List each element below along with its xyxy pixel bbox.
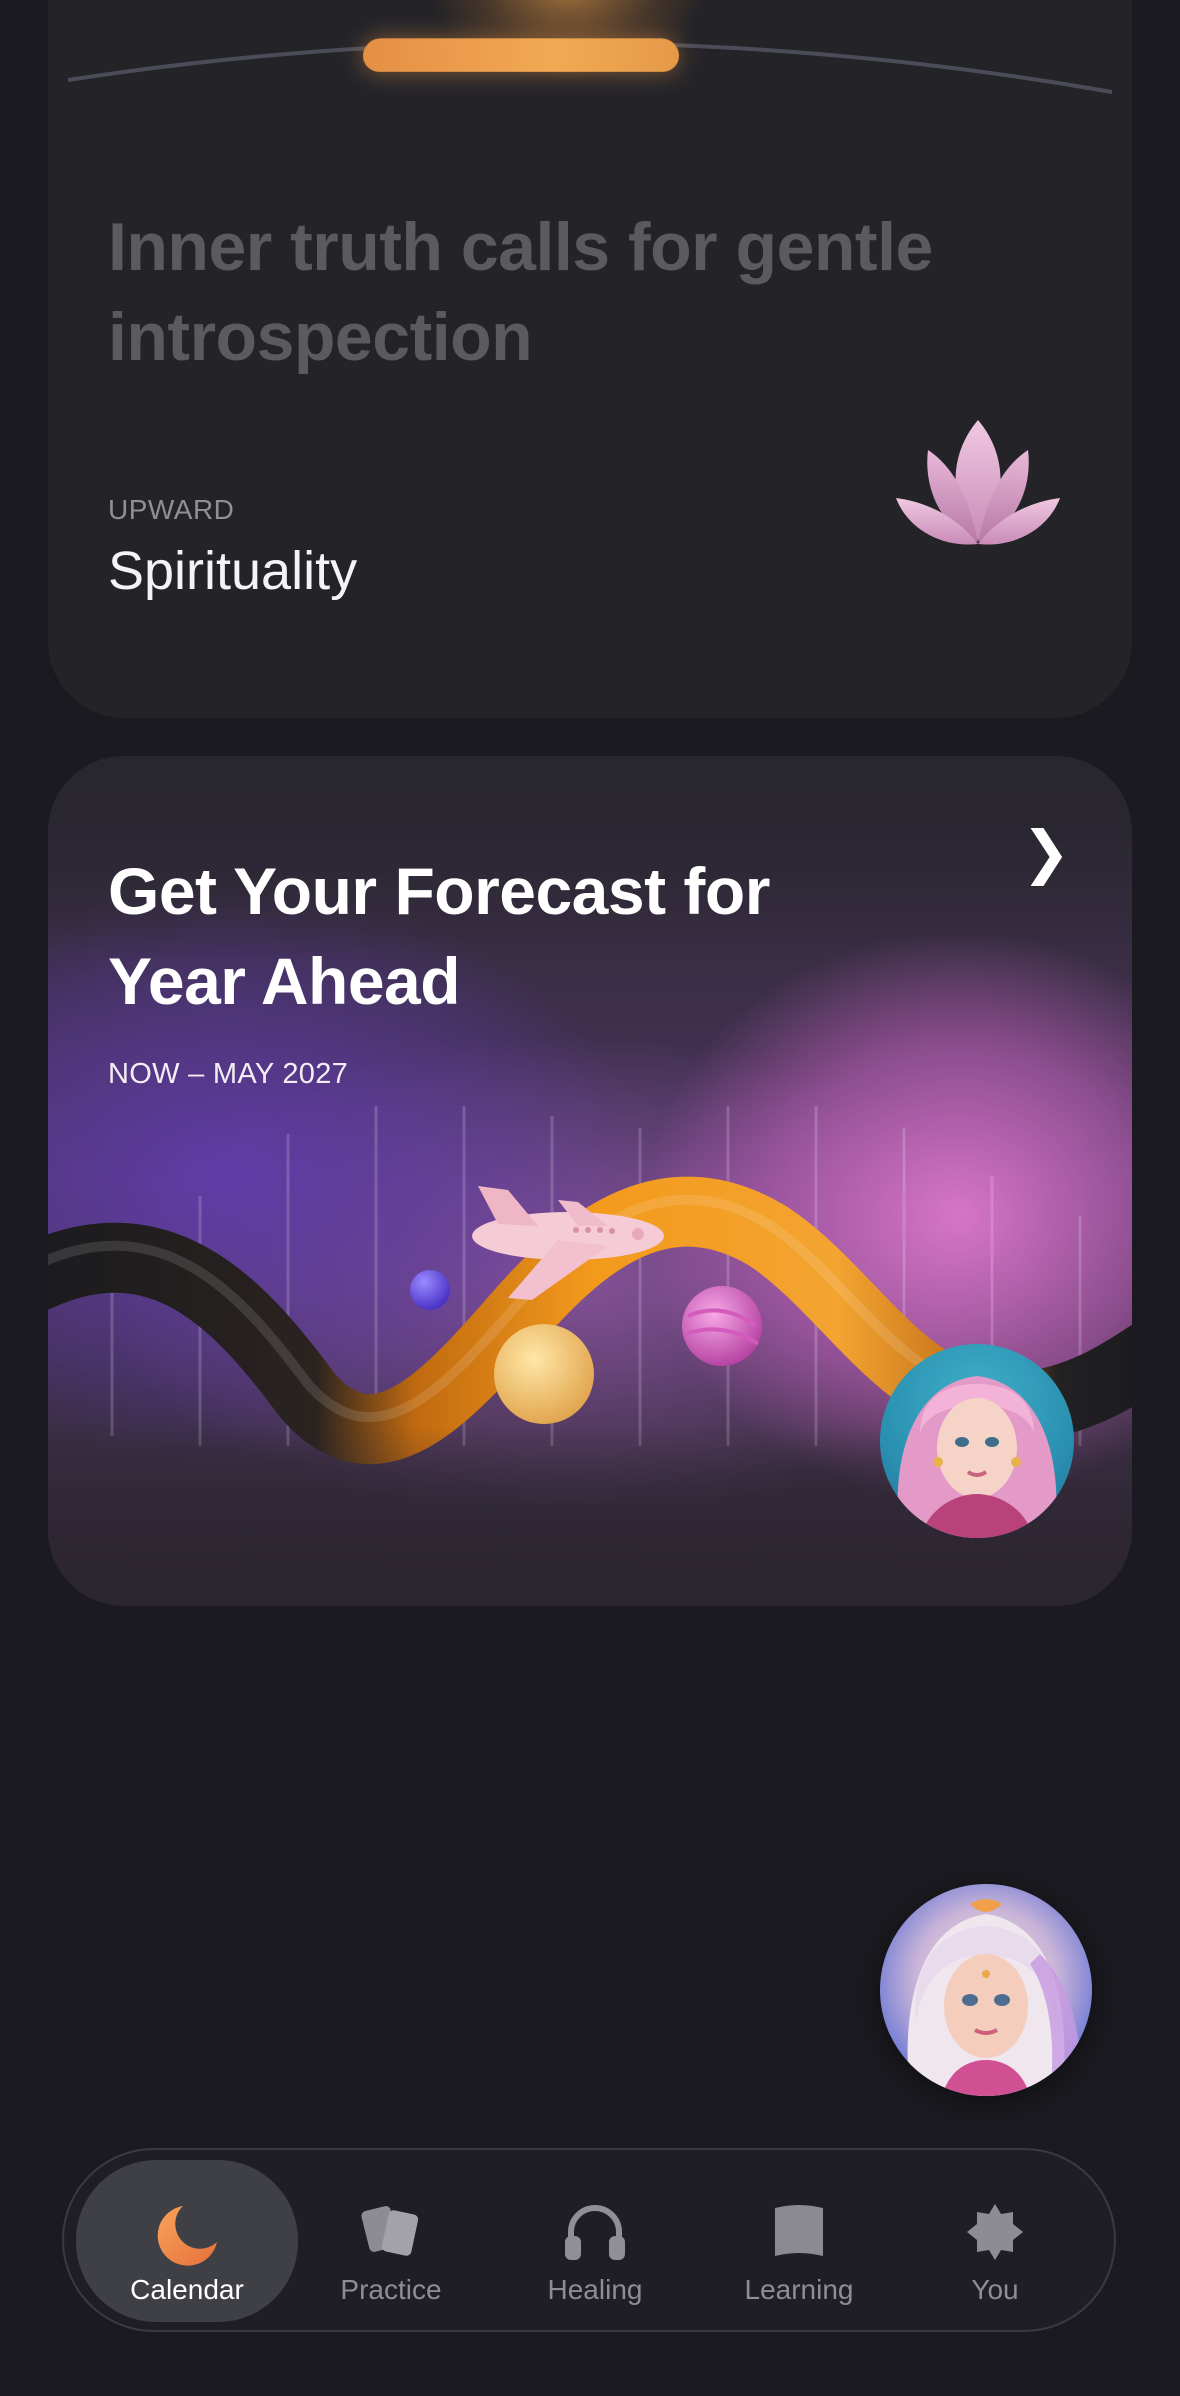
daily-insight-card[interactable]: Inner truth calls for gentle introspecti… (48, 0, 1132, 718)
insight-text: Inner truth calls for gentle introspecti… (108, 209, 933, 375)
bottom-tab-bar: Calendar Practice Healing Learning You (62, 2148, 1116, 2332)
tab-learning[interactable]: Learning (688, 2160, 910, 2322)
tab-calendar[interactable]: Calendar (76, 2160, 298, 2322)
tab-label: Practice (340, 2274, 442, 2305)
topic-title: Spirituality (108, 541, 358, 601)
tab-you[interactable]: You (884, 2160, 1106, 2322)
sun-indicator (362, 38, 680, 72)
chevron-right-icon[interactable]: ❯ (1018, 818, 1074, 888)
tab-label: Calendar (130, 2274, 244, 2305)
moon-icon (157, 2206, 217, 2266)
forecast-date-range: NOW – MAY 2027 (108, 1058, 349, 1090)
tab-label: Learning (744, 2274, 854, 2305)
forecast-card[interactable]: Get Your Forecast for Year Ahead NOW – M… (48, 756, 1132, 1606)
tab-label: Healing (547, 2274, 643, 2305)
book-icon (775, 2205, 823, 2256)
badge-icon (967, 2204, 1023, 2260)
assistant-avatar[interactable] (880, 1884, 1092, 2096)
tab-label: You (971, 2274, 1019, 2305)
astrologer-avatar (880, 1344, 1074, 1538)
tab-healing[interactable]: Healing (484, 2160, 706, 2322)
forecast-title: Get Your Forecast for Year Ahead (108, 854, 770, 1018)
lotus-icon (896, 420, 1060, 545)
tab-practice[interactable]: Practice (280, 2160, 502, 2322)
cards-icon (361, 2206, 419, 2256)
direction-label: UPWARD (108, 494, 235, 525)
headphones-icon (565, 2205, 625, 2260)
